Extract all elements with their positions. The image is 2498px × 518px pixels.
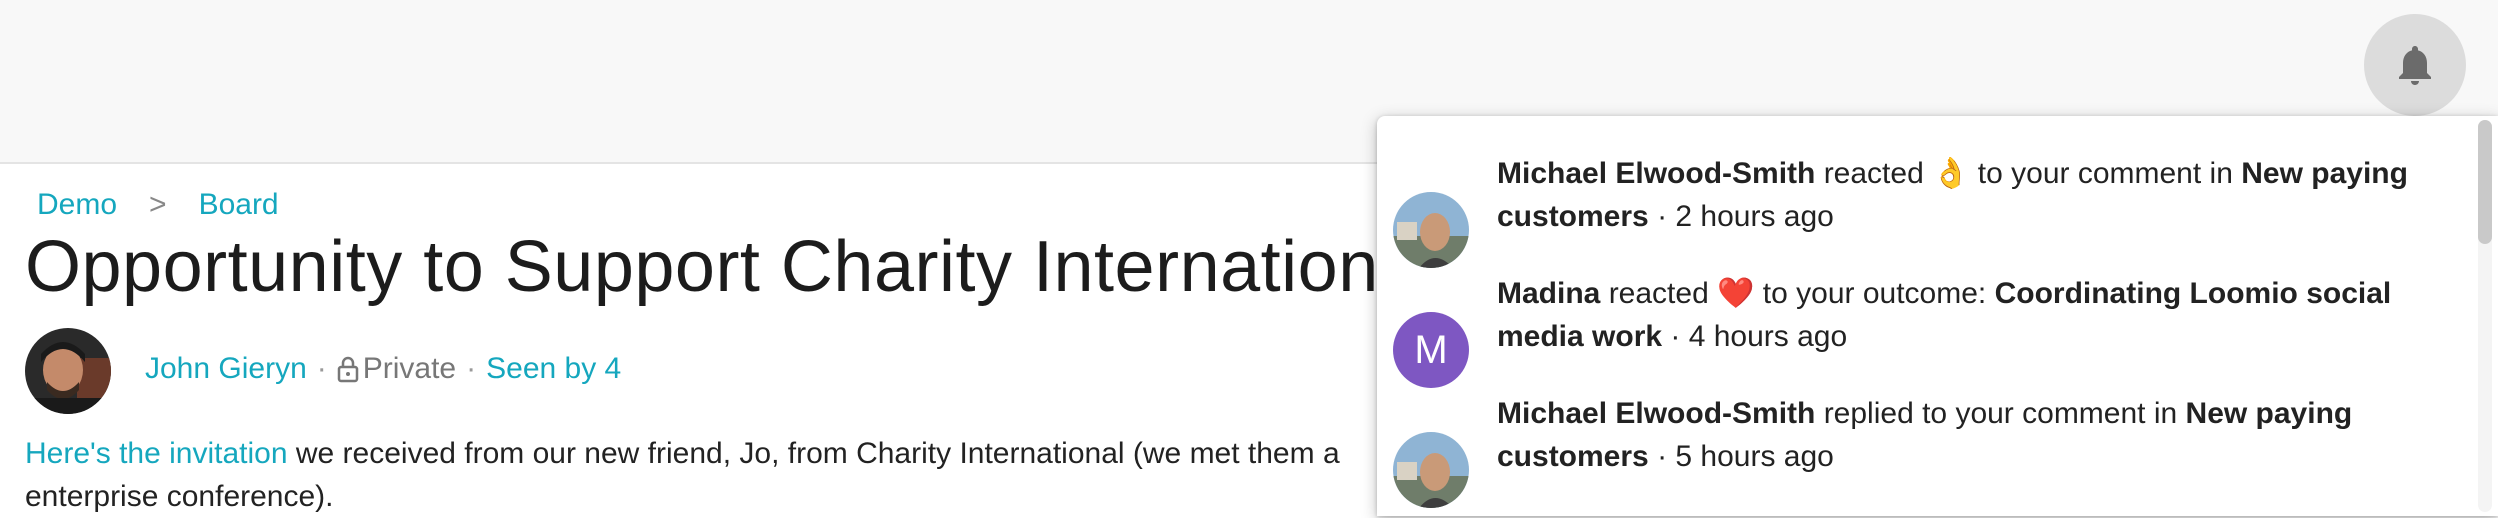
notification-item[interactable]: M Madina reacted ❤️ to your outcome: Coo…: [1377, 272, 2437, 388]
author-link[interactable]: John Gieryn: [145, 352, 307, 386]
notification-actor: Madina: [1497, 277, 1601, 310]
breadcrumb-board[interactable]: Board: [199, 188, 279, 222]
avatar: [1393, 432, 1469, 508]
notification-text: Michael Elwood-Smith replied to your com…: [1497, 392, 2427, 478]
meta-dot: ·: [466, 352, 477, 385]
author-avatar[interactable]: [25, 328, 111, 414]
privacy-indicator: Private: [337, 352, 456, 386]
avatar: M: [1393, 312, 1469, 388]
notification-item[interactable]: Michael Elwood-Smith replied to your com…: [1377, 392, 2437, 508]
breadcrumb-demo[interactable]: Demo: [37, 188, 117, 222]
thread-body: Here's the invitation we received from o…: [25, 432, 1405, 518]
notifications-panel: Michael Elwood-Smith reacted 👌 to your c…: [1377, 116, 2498, 516]
notification-time: · 5 hours ago: [1648, 440, 1834, 473]
notification-actor: Michael Elwood-Smith: [1497, 397, 1816, 430]
notification-text: Michael Elwood-Smith reacted 👌 to your c…: [1497, 152, 2427, 238]
scrollbar-thumb[interactable]: [2478, 120, 2492, 244]
heart-emoji-icon: ❤️: [1717, 277, 1755, 310]
notification-text: Madina reacted ❤️ to your outcome: Coord…: [1497, 272, 2427, 358]
notification-time: · 2 hours ago: [1648, 200, 1834, 233]
body-text-line1: we received from our new friend, Jo, fro…: [287, 437, 1340, 470]
notification-mid: to your comment in: [1969, 157, 2242, 190]
breadcrumb-separator: >: [149, 188, 167, 221]
invitation-link[interactable]: Here's the invitation: [25, 437, 288, 470]
ok-hand-emoji-icon: 👌: [1932, 157, 1970, 190]
page-title: Opportunity to Support Charity Internati…: [25, 227, 1436, 307]
notification-mid: to your outcome:: [1754, 277, 1995, 310]
notifications-button[interactable]: [2364, 14, 2466, 116]
notification-action: reacted: [1600, 277, 1718, 310]
meta-dot: ·: [316, 352, 327, 385]
notification-action: replied to your comment in: [1815, 397, 2186, 430]
notification-item[interactable]: Michael Elwood-Smith reacted 👌 to your c…: [1377, 152, 2437, 268]
seen-by-link[interactable]: Seen by 4: [486, 352, 621, 386]
notification-actor: Michael Elwood-Smith: [1497, 157, 1816, 190]
thread-meta: John Gieryn · Private · Seen by 4: [145, 352, 621, 386]
notification-time: · 4 hours ago: [1662, 320, 1848, 353]
notification-action: reacted: [1815, 157, 1933, 190]
bell-icon: [2399, 46, 2431, 85]
avatar: [1393, 192, 1469, 268]
breadcrumb: Demo > Board: [37, 188, 279, 222]
privacy-label: Private: [362, 352, 457, 385]
lock-icon: [337, 356, 358, 383]
body-text-line2: enterprise conference).: [25, 480, 334, 513]
